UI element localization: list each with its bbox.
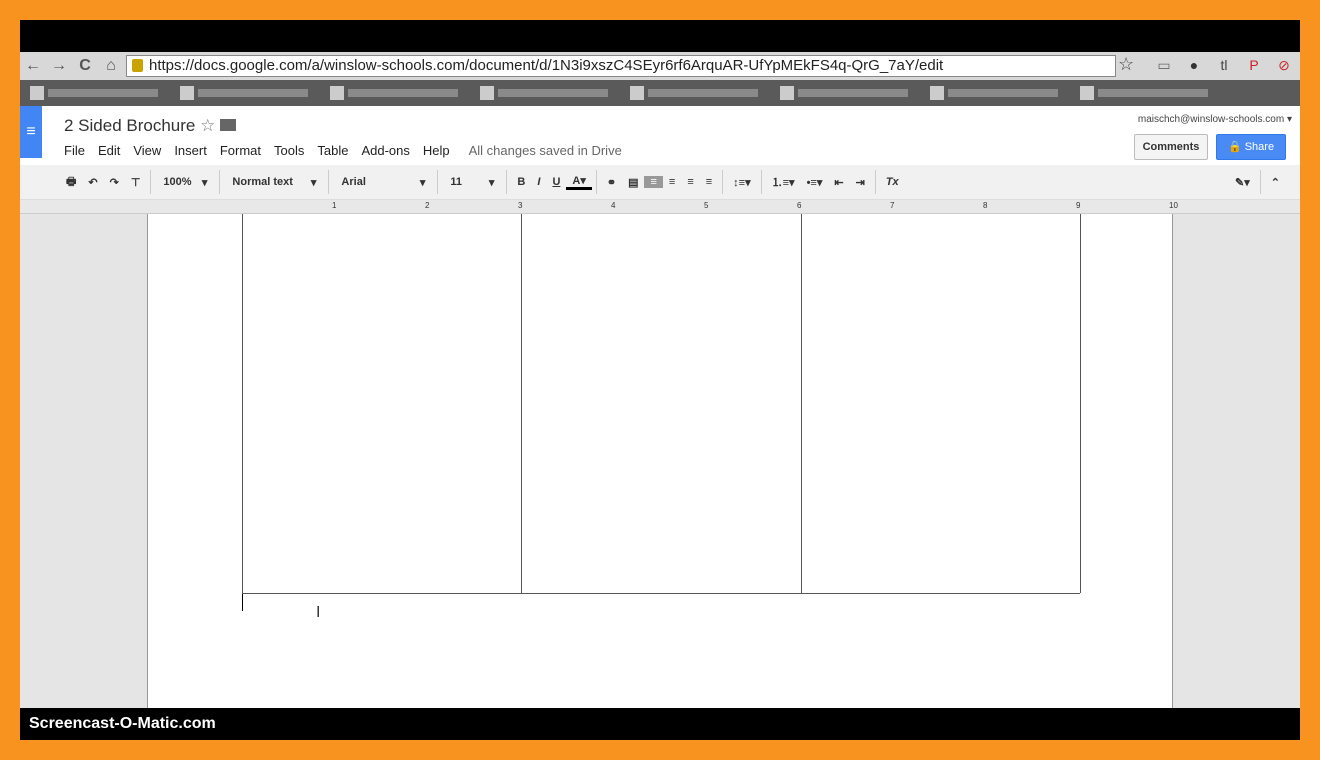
justify-icon[interactable]: ≡ bbox=[700, 176, 718, 188]
url-text: https://docs.google.com/a/winslow-school… bbox=[149, 57, 944, 74]
align-right-icon[interactable]: ≡ bbox=[681, 176, 699, 188]
style-select[interactable]: Normal text ▾ bbox=[224, 176, 324, 189]
ruler-label: 8 bbox=[983, 201, 988, 210]
table-border bbox=[242, 214, 243, 593]
comments-button[interactable]: Comments bbox=[1134, 134, 1208, 160]
link-icon[interactable]: ⚭ bbox=[601, 176, 622, 189]
chrome-ext-icon[interactable]: ● bbox=[1184, 55, 1204, 75]
ruler-label: 1 bbox=[332, 201, 337, 210]
font-size-select[interactable]: 11 ▾ bbox=[442, 176, 502, 189]
menu-help[interactable]: Help bbox=[423, 143, 450, 158]
comment-icon[interactable]: ▤ bbox=[622, 176, 644, 189]
ext-red-icon[interactable]: ⊘ bbox=[1274, 55, 1294, 75]
paint-format-icon[interactable]: ⊤ bbox=[125, 176, 147, 189]
font-select[interactable]: Arial ▾ bbox=[333, 176, 433, 189]
table-border bbox=[242, 593, 1080, 594]
document-page[interactable]: I bbox=[147, 214, 1173, 708]
bold-icon[interactable]: B bbox=[511, 176, 531, 188]
address-bar[interactable]: https://docs.google.com/a/winslow-school… bbox=[126, 55, 1116, 77]
menu-table[interactable]: Table bbox=[317, 143, 348, 158]
share-button[interactable]: 🔒 Share bbox=[1216, 134, 1286, 160]
menu-edit[interactable]: Edit bbox=[98, 143, 120, 158]
align-left-icon[interactable]: ≡ bbox=[644, 176, 663, 188]
mouse-ibeam-cursor: I bbox=[316, 604, 321, 621]
ruler-label: 7 bbox=[890, 201, 895, 210]
browser-toolbar: ← → C ⌂ https://docs.google.com/a/winslo… bbox=[20, 52, 1300, 80]
text-cursor bbox=[242, 594, 243, 611]
menu-view[interactable]: View bbox=[133, 143, 161, 158]
print-icon[interactable]: 🖶 bbox=[60, 173, 82, 192]
ruler-label: 5 bbox=[704, 201, 709, 210]
menu-add-ons[interactable]: Add-ons bbox=[361, 143, 409, 158]
star-icon[interactable]: ☆ bbox=[200, 116, 215, 135]
pinterest-icon[interactable]: P bbox=[1244, 55, 1264, 75]
document-title[interactable]: 2 Sided Brochure bbox=[64, 116, 195, 135]
tldr-icon[interactable]: tl bbox=[1214, 55, 1234, 75]
bookmark-star-icon[interactable]: ☆ bbox=[1118, 54, 1134, 75]
collapse-icon[interactable]: ⌃ bbox=[1265, 176, 1286, 189]
document-canvas: I bbox=[20, 214, 1300, 708]
cast-icon[interactable]: ▭ bbox=[1154, 55, 1174, 75]
increase-indent-icon[interactable]: ⇥ bbox=[850, 176, 871, 189]
italic-icon[interactable]: I bbox=[531, 176, 546, 188]
ruler-label: 2 bbox=[425, 201, 430, 210]
bookmark[interactable] bbox=[480, 86, 608, 100]
undo-icon[interactable]: ↶ bbox=[82, 176, 103, 189]
menu-file[interactable]: File bbox=[64, 143, 85, 158]
ruler[interactable]: 1 2 3 4 5 6 7 8 9 10 bbox=[20, 200, 1300, 214]
ruler-label: 10 bbox=[1169, 201, 1178, 210]
formatting-toolbar: 🖶 ↶ ↷ ⊤ 100% ▾ Normal text ▾ Arial ▾ 11 ▾ B … bbox=[20, 165, 1300, 200]
docs-header: ≡ 2 Sided Brochure ☆ File Edit View Insert F… bbox=[20, 106, 1300, 165]
line-spacing-icon[interactable]: ↕≡▾ bbox=[727, 176, 756, 189]
menu-insert[interactable]: Insert bbox=[174, 143, 207, 158]
menu-tools[interactable]: Tools bbox=[274, 143, 304, 158]
lock-icon: 🔒 bbox=[1227, 141, 1242, 153]
table-border bbox=[521, 214, 522, 593]
forward-icon[interactable]: → bbox=[46, 57, 72, 75]
home-icon[interactable]: ⌂ bbox=[98, 57, 124, 75]
editing-mode-icon[interactable]: ✎▾ bbox=[1229, 176, 1256, 189]
text-color-icon[interactable]: A▾ bbox=[566, 174, 592, 190]
ruler-label: 3 bbox=[518, 201, 523, 210]
docs-home-icon[interactable]: ≡ bbox=[20, 106, 42, 158]
folder-icon[interactable] bbox=[220, 119, 237, 131]
bookmark[interactable] bbox=[780, 86, 908, 100]
reload-icon[interactable]: C bbox=[72, 57, 98, 75]
lock-icon bbox=[132, 59, 143, 72]
account-email[interactable]: maischch@winslow-schools.com ▾ bbox=[1138, 114, 1292, 125]
underline-icon[interactable]: U bbox=[546, 176, 566, 188]
bookmark[interactable] bbox=[330, 86, 458, 100]
menu-bar: File Edit View Insert Format Tools Table Add-on… bbox=[64, 143, 622, 158]
table-border bbox=[801, 214, 802, 593]
clear-formatting-icon[interactable]: Tx bbox=[880, 176, 905, 188]
screen: ← → C ⌂ https://docs.google.com/a/winslo… bbox=[20, 20, 1300, 740]
ruler-label: 9 bbox=[1076, 201, 1081, 210]
watermark: Screencast-O-Matic.com bbox=[20, 708, 1300, 740]
save-status: All changes saved in Drive bbox=[468, 143, 622, 158]
menu-format[interactable]: Format bbox=[220, 143, 261, 158]
ruler-label: 4 bbox=[611, 201, 616, 210]
bookmark[interactable] bbox=[630, 86, 758, 100]
bookmark[interactable] bbox=[30, 86, 158, 100]
back-icon[interactable]: ← bbox=[20, 57, 46, 75]
ruler-label: 6 bbox=[797, 201, 802, 210]
bulleted-list-icon[interactable]: •≡▾ bbox=[801, 176, 829, 189]
align-center-icon[interactable]: ≡ bbox=[663, 176, 681, 188]
bookmark[interactable] bbox=[1080, 86, 1208, 100]
bookmarks-bar bbox=[20, 80, 1300, 106]
bookmark[interactable] bbox=[180, 86, 308, 100]
bookmark[interactable] bbox=[930, 86, 1058, 100]
numbered-list-icon[interactable]: ⒈≡▾ bbox=[766, 174, 801, 190]
decrease-indent-icon[interactable]: ⇤ bbox=[828, 176, 849, 189]
redo-icon[interactable]: ↷ bbox=[104, 176, 125, 189]
zoom-select[interactable]: 100% ▾ bbox=[155, 176, 215, 189]
table-border bbox=[1080, 214, 1081, 593]
